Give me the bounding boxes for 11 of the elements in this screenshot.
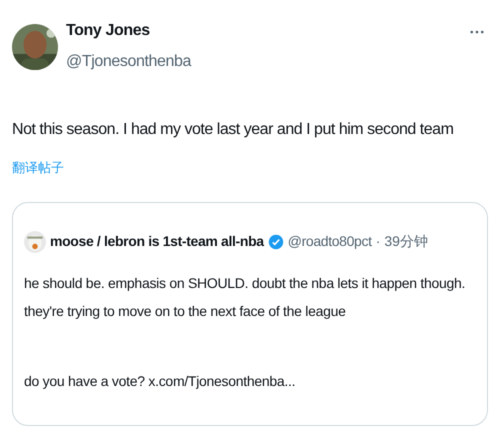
- quoted-text: he should be. emphasis on SHOULD. doubt the nba lets it happen though. they're trying to move on to the next face of the league: [24, 274, 466, 321]
- tweet-text: Not this season. I had my vote last year and I put him second team: [12, 120, 454, 140]
- more-icon[interactable]: [470, 30, 484, 34]
- quoted-time[interactable]: 39分钟: [384, 231, 428, 252]
- author-handle[interactable]: @Tjonesonthenba: [66, 50, 192, 74]
- author-name[interactable]: Tony Jones: [66, 20, 192, 42]
- quoted-author-handle[interactable]: @roadto80pct: [288, 231, 372, 252]
- quoted-tweet-card[interactable]: [12, 202, 488, 426]
- separator-dot: ·: [376, 232, 380, 251]
- quoted-text: do you have a vote? x.com/Tjonesonthenba...: [24, 372, 296, 391]
- quoted-author-name[interactable]: moose / lebron is 1st-team all-nba: [50, 231, 264, 252]
